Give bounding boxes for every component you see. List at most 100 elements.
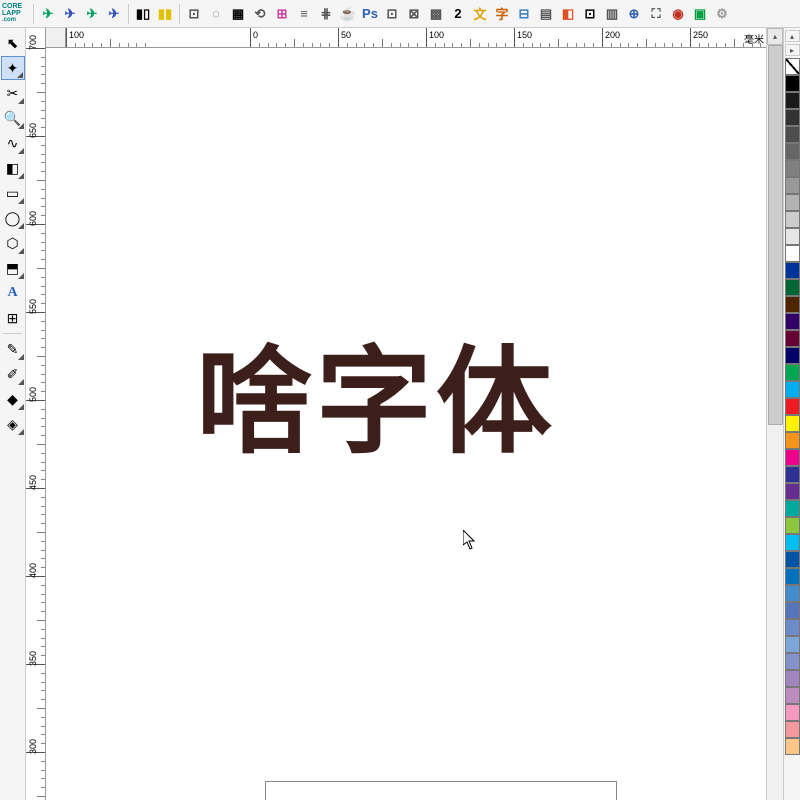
scroll-up-button[interactable]: ▴ bbox=[767, 28, 783, 45]
swatch-25[interactable] bbox=[785, 500, 800, 517]
swatch-26[interactable] bbox=[785, 517, 800, 534]
canvas-rect[interactable] bbox=[265, 781, 617, 800]
circle-dashed-button[interactable]: ◌ bbox=[205, 3, 227, 25]
swatch-orange-button[interactable]: ◧ bbox=[557, 3, 579, 25]
tool-rectangle[interactable]: ▭ bbox=[1, 181, 25, 205]
wen-button[interactable]: 文 bbox=[469, 3, 491, 25]
swatch-2[interactable] bbox=[785, 109, 800, 126]
swatch-19[interactable] bbox=[785, 398, 800, 415]
scroll-thumb[interactable] bbox=[768, 45, 783, 425]
tool-zoom[interactable]: 🔍 bbox=[1, 106, 25, 130]
tool-shape[interactable]: ✦ bbox=[1, 56, 25, 80]
canvas[interactable]: 啥字体 bbox=[46, 48, 766, 800]
tool-crop[interactable]: ✂ bbox=[1, 81, 25, 105]
ps-button[interactable]: Ps bbox=[359, 3, 381, 25]
canvas-main-text[interactable]: 啥字体 bbox=[196, 308, 556, 476]
window-button[interactable]: ⊡ bbox=[579, 3, 601, 25]
swatch-32[interactable] bbox=[785, 619, 800, 636]
ruler-horizontal[interactable]: 毫米 100050100150200250 bbox=[46, 28, 766, 48]
tool-pick[interactable]: ⬉ bbox=[1, 31, 25, 55]
swatch-12[interactable] bbox=[785, 279, 800, 296]
palette-flyout-button[interactable]: ▸ bbox=[785, 44, 800, 56]
hash-button[interactable]: ⋕ bbox=[315, 3, 337, 25]
swatch-21[interactable] bbox=[785, 432, 800, 449]
bars-2-button[interactable]: ▮▮ bbox=[154, 3, 176, 25]
swatch-none[interactable] bbox=[785, 58, 800, 75]
send-2-button[interactable]: ✈ bbox=[59, 3, 81, 25]
grid-pink-button[interactable]: ⊞ bbox=[271, 3, 293, 25]
bars-1-button[interactable]: ▮▯ bbox=[132, 3, 154, 25]
target-button[interactable]: ⊕ bbox=[623, 3, 645, 25]
swatch-27[interactable] bbox=[785, 534, 800, 551]
tool-ellipse[interactable]: ◯ bbox=[1, 206, 25, 230]
tool-basic-shapes[interactable]: ⬒ bbox=[1, 256, 25, 280]
scrollbar-vertical[interactable]: ▴ bbox=[766, 28, 783, 800]
send-3-button[interactable]: ✈ bbox=[81, 3, 103, 25]
qr-button[interactable]: ▦ bbox=[227, 3, 249, 25]
send-1-button[interactable]: ✈ bbox=[37, 3, 59, 25]
swatch-7[interactable] bbox=[785, 194, 800, 211]
image-2-button[interactable]: ⊠ bbox=[403, 3, 425, 25]
swatch-3[interactable] bbox=[785, 126, 800, 143]
swatch-0[interactable] bbox=[785, 75, 800, 92]
expand-button[interactable]: ⛶ bbox=[645, 3, 667, 25]
tool-text[interactable]: A bbox=[1, 281, 25, 305]
swatch-39[interactable] bbox=[785, 738, 800, 755]
ruler-origin[interactable] bbox=[46, 28, 66, 48]
swatch-4[interactable] bbox=[785, 143, 800, 160]
image-button[interactable]: ⊡ bbox=[381, 3, 403, 25]
zi-button[interactable]: 字 bbox=[491, 3, 513, 25]
layout-2-button[interactable]: ▤ bbox=[535, 3, 557, 25]
swatch-5[interactable] bbox=[785, 160, 800, 177]
swatch-20[interactable] bbox=[785, 415, 800, 432]
arrow-cycle-button[interactable]: ⟲ bbox=[249, 3, 271, 25]
tool-polygon[interactable]: ⬡ bbox=[1, 231, 25, 255]
tool-smartfill[interactable]: ◧ bbox=[1, 156, 25, 180]
cup-button[interactable]: ☕ bbox=[337, 3, 359, 25]
swatch-38[interactable] bbox=[785, 721, 800, 738]
pie-button[interactable]: ◉ bbox=[667, 3, 689, 25]
swatch-18[interactable] bbox=[785, 381, 800, 398]
swatch-31[interactable] bbox=[785, 602, 800, 619]
tool-interactive-fill[interactable]: ◈ bbox=[1, 412, 25, 436]
swatch-13[interactable] bbox=[785, 296, 800, 313]
swatch-17[interactable] bbox=[785, 364, 800, 381]
swatch-33[interactable] bbox=[785, 636, 800, 653]
swatch-30[interactable] bbox=[785, 585, 800, 602]
palette-up-button[interactable]: ▴ bbox=[785, 30, 800, 42]
align-button[interactable]: ≡ bbox=[293, 3, 315, 25]
swatch-36[interactable] bbox=[785, 687, 800, 704]
swatch-10[interactable] bbox=[785, 245, 800, 262]
tool-table[interactable]: ⊞ bbox=[1, 306, 25, 330]
ruler-vertical[interactable]: 700650600550500450400350300 bbox=[26, 28, 46, 800]
swatch-11[interactable] bbox=[785, 262, 800, 279]
tool-freehand[interactable]: ∿ bbox=[1, 131, 25, 155]
tool-eyedropper[interactable]: ✎ bbox=[1, 337, 25, 361]
layout-1-button[interactable]: ⊟ bbox=[513, 3, 535, 25]
checker-button[interactable]: ▩ bbox=[425, 3, 447, 25]
swatch-14[interactable] bbox=[785, 313, 800, 330]
swatch-9[interactable] bbox=[785, 228, 800, 245]
swatch-1[interactable] bbox=[785, 92, 800, 109]
swatch-24[interactable] bbox=[785, 483, 800, 500]
two-button[interactable]: 2 bbox=[447, 3, 469, 25]
swatch-28[interactable] bbox=[785, 551, 800, 568]
swatch-29[interactable] bbox=[785, 568, 800, 585]
swatch-8[interactable] bbox=[785, 211, 800, 228]
crop-button[interactable]: ⊡ bbox=[183, 3, 205, 25]
swatch-34[interactable] bbox=[785, 653, 800, 670]
swatch-22[interactable] bbox=[785, 449, 800, 466]
gear-button[interactable]: ⚙ bbox=[711, 3, 733, 25]
swatch-6[interactable] bbox=[785, 177, 800, 194]
swatch-37[interactable] bbox=[785, 704, 800, 721]
tool-fill[interactable]: ◆ bbox=[1, 387, 25, 411]
swatch-35[interactable] bbox=[785, 670, 800, 687]
send-4-button[interactable]: ✈ bbox=[103, 3, 125, 25]
swatch-15[interactable] bbox=[785, 330, 800, 347]
rect-green-button[interactable]: ▣ bbox=[689, 3, 711, 25]
swatch-23[interactable] bbox=[785, 466, 800, 483]
tool-outline-br[interactable]: ✐ bbox=[1, 362, 25, 386]
columns-button[interactable]: ▥ bbox=[601, 3, 623, 25]
top-toolbar: CORE LAPP .com ✈✈✈✈ ▮▯▮▮ ⊡◌▦⟲⊞≡⋕☕Ps⊡⊠▩2文… bbox=[0, 0, 800, 28]
swatch-16[interactable] bbox=[785, 347, 800, 364]
